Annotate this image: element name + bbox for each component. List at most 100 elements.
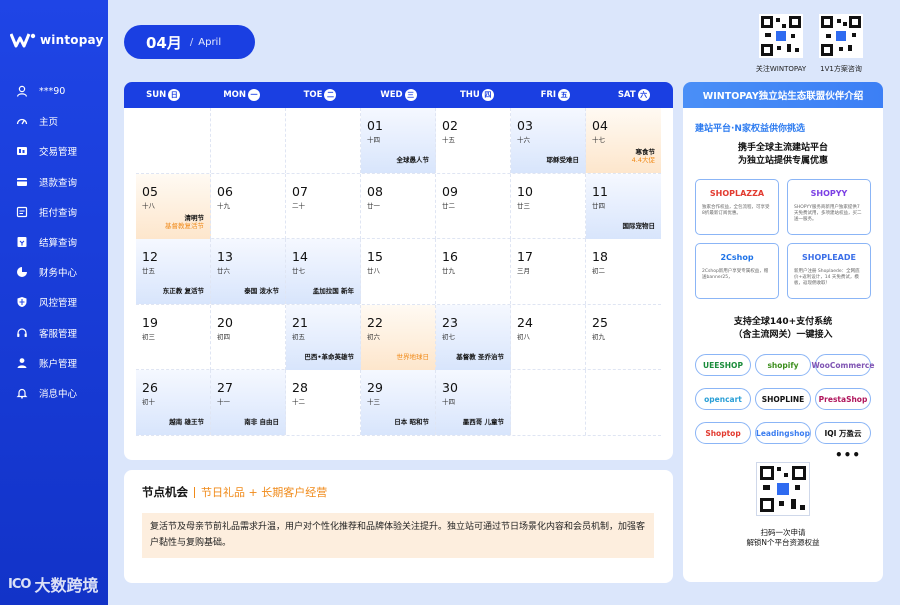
payment-platform-label: shopify	[767, 360, 799, 370]
calendar-day-28[interactable]: 28 十二	[286, 370, 361, 435]
sidebar-item-label: 主页	[39, 117, 59, 129]
payment-platform-ueeshop[interactable]: UEESHOP	[695, 354, 751, 376]
lunar-date: 廿八	[367, 267, 380, 275]
calendar-day-07[interactable]: 07 二十	[286, 173, 361, 239]
calendar-day-27[interactable]: 27 十一 南非 自由日	[211, 370, 286, 435]
watermark-mark: ICO	[8, 576, 31, 592]
builder-card-shopleade[interactable]: SHOPLEADE 新用户注册 Shoplaede：全网底价+返利设计，14 天免…	[787, 243, 871, 299]
sidebar-item-chargeback[interactable]: 拒付查询	[0, 197, 108, 227]
day-number: 05	[142, 183, 158, 199]
sidebar-item-headset[interactable]: 客服管理	[0, 318, 108, 348]
calendar-week-row: 19 初三 20 初四 21 初五 巴西•革命英雄节 22 初六世界地球日 23 初七 基督教 圣乔治…	[136, 304, 661, 370]
calendar-day-06[interactable]: 06 十九	[211, 173, 286, 239]
day-number: 27	[217, 380, 233, 395]
sidebar-item-account[interactable]: 账户管理	[0, 348, 108, 378]
calendar-day-30[interactable]: 30 十四 墨西哥 儿童节	[436, 370, 511, 435]
calendar-day-17[interactable]: 17 三月	[511, 239, 586, 304]
calendar-day-08[interactable]: 08 廿一	[361, 173, 436, 239]
builder-card-shoplazza[interactable]: SHOPLAZZA 独家合作权益，全包流程，可享受8折最新订阅优惠。	[695, 179, 779, 235]
payment-platform-shopify[interactable]: shopify	[755, 354, 811, 376]
calendar-day-19[interactable]: 19 初三	[136, 304, 211, 370]
calendar-day-15[interactable]: 15 廿八	[361, 239, 436, 304]
calendar-day-21[interactable]: 21 初五 巴西•革命英雄节	[286, 304, 361, 370]
day-number: 29	[367, 380, 383, 395]
day-number: 26	[142, 380, 158, 395]
day-number: 13	[217, 249, 233, 264]
calendar-day-24[interactable]: 24 初八	[511, 304, 586, 370]
calendar-day-23[interactable]: 23 初七 基督教 圣乔治节	[436, 304, 511, 370]
calendar-day-03[interactable]: 03 十六 耶稣受难日	[511, 108, 586, 173]
weekday-fri: FRI 五	[516, 82, 594, 108]
lunar-date: 初五	[292, 332, 305, 341]
sidebar-item-user[interactable]: ***90	[0, 76, 108, 106]
calendar-day-09[interactable]: 09 廿二	[436, 173, 511, 239]
sidebar-item-refund[interactable]: 退款查询	[0, 167, 108, 197]
builder-card-2cshop[interactable]: 2Cshop 2Cshop新用户享受专属权益，赠送banner25，	[695, 243, 779, 299]
qr-consult[interactable]: 1V1方案咨询	[811, 14, 871, 74]
calendar-day-05[interactable]: 05 十八 清明节 基督教复活节	[136, 173, 211, 239]
payment-platform-iqi-[interactable]: IQI 万盈云	[815, 422, 871, 444]
calendar-day-16[interactable]: 16 廿九	[436, 239, 511, 304]
calendar-day-22[interactable]: 22 初六世界地球日	[361, 304, 436, 370]
qr-follow[interactable]: 关注WINTOPAY	[751, 14, 811, 74]
calendar-day-18[interactable]: 18 初二	[586, 239, 661, 304]
calendar-day-10[interactable]: 10 廿三	[511, 173, 586, 239]
bell-icon	[16, 387, 28, 399]
calendar-empty-cell	[211, 108, 286, 173]
lunar-date: 廿三	[517, 201, 530, 210]
calendar-weekday-header: SUN 日 MON 一 TOE 二 WED 三 THU 四 FRI 五 SAT 六	[124, 82, 673, 108]
lunar-date: 初十	[142, 398, 155, 406]
builder-card-shopyy[interactable]: SHOPYY SHOPYY服务商新用户独家提供7天免费试用，多项建站权益，买二送一…	[787, 179, 871, 235]
payment-platform-shopline[interactable]: SHOPLINE	[755, 388, 811, 410]
holiday-label: 耶稣受难日	[546, 156, 580, 164]
lunar-date: 三月	[517, 267, 530, 275]
sidebar-item-transaction[interactable]: 交易管理	[0, 136, 108, 166]
payment-platform-leadingshop[interactable]: Leadingshop	[755, 422, 811, 444]
calendar-day-20[interactable]: 20 初四	[211, 304, 286, 370]
calendar-grid: 01 十四 全球愚人节 02 十五 03 十六 耶稣受难日 04 十七 寒食节 4.4大促 05 十八 清明…	[136, 108, 661, 436]
payment-platform-label: PrestaShop	[818, 394, 868, 404]
lunar-date: 廿五	[142, 267, 155, 275]
sidebar-item-bell[interactable]: 消息中心	[0, 378, 108, 408]
sidebar-item-settlement[interactable]: 结算查询	[0, 227, 108, 257]
day-number: 03	[517, 118, 533, 133]
day-number: 22	[367, 314, 383, 330]
builder-desc: SHOPYY服务商新用户独家提供7天免费试用，多项建站权益，买二送一服务。	[794, 205, 862, 222]
sidebar-item-label: 拒付查询	[39, 207, 78, 219]
calendar-day-11[interactable]: 11 廿四 国际宠物日	[586, 173, 661, 239]
sidebar-item-pie-chart[interactable]: 财务中心	[0, 257, 108, 287]
lunar-date: 初六	[367, 332, 380, 341]
lunar-date: 十一	[217, 398, 230, 406]
sidebar-item-shield[interactable]: 风控管理	[0, 287, 108, 317]
builder-heading: 携手全球主流建站平台 为独立站提供专属优惠	[683, 142, 883, 168]
promo-label: 世界地球日	[396, 352, 430, 361]
payment-platform-prestashop[interactable]: PrestaShop	[815, 388, 871, 410]
sidebar-item-dashboard[interactable]: 主页	[0, 106, 108, 136]
lunar-date: 廿六	[217, 267, 230, 275]
weekday-en: FRI	[540, 90, 557, 100]
payment-platform-opencart[interactable]: opencart	[695, 388, 751, 410]
calendar-day-13[interactable]: 13 廿六 泰国 泼水节	[211, 239, 286, 304]
calendar-day-01[interactable]: 01 十四 全球愚人节	[361, 108, 436, 173]
payment-platform-shoptop[interactable]: Shoptop	[695, 422, 751, 444]
month-selector[interactable]: 04月 / April	[124, 25, 255, 59]
partner-qr-code-icon[interactable]	[756, 462, 810, 516]
calendar-day-26[interactable]: 26 初十 越南 雄王节	[136, 370, 211, 435]
node-opportunity-panel: 节点机会 节日礼品 + 长期客户经营 复活节及母亲节前礼品需求升温，用户对个性化…	[124, 470, 673, 583]
calendar-day-12[interactable]: 12 廿五 东正教 复活节	[136, 239, 211, 304]
weekday-en: SUN	[146, 90, 167, 100]
calendar-day-02[interactable]: 02 十五	[436, 108, 511, 173]
day-number: 02	[442, 118, 458, 133]
day-number: 10	[517, 183, 533, 199]
day-number: 24	[517, 314, 533, 330]
weekday-wed: WED 三	[359, 82, 437, 108]
weekday-toe: TOE 二	[281, 82, 359, 108]
calendar-day-14[interactable]: 14 廿七 孟加拉国 新年	[286, 239, 361, 304]
calendar-day-29[interactable]: 29 十三 日本 昭和节	[361, 370, 436, 435]
brand-logo[interactable]: wintopay	[10, 32, 103, 48]
calendar-day-25[interactable]: 25 初九	[586, 305, 661, 370]
promo-label: 4.4大促	[631, 156, 655, 164]
node-subtitle: 节日礼品 + 长期客户经营	[201, 486, 328, 499]
calendar-day-04[interactable]: 04 十七 寒食节 4.4大促	[586, 108, 661, 173]
payment-platform-woocommerce[interactable]: WooCommerce	[812, 354, 874, 376]
